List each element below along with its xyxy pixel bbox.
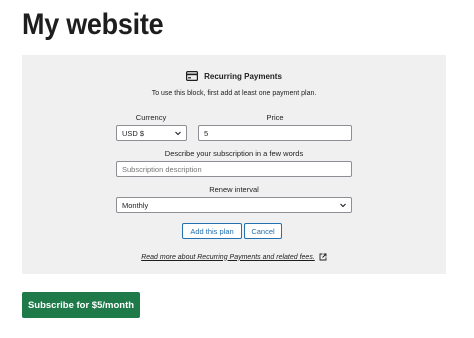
recurring-payments-block: Recurring Payments To use this block, fi…: [22, 55, 446, 274]
block-header: Recurring Payments: [22, 69, 446, 83]
read-more-link[interactable]: Read more about Recurring Payments and r…: [141, 254, 315, 261]
currency-value: USD $: [122, 128, 145, 138]
currency-label: Currency: [135, 113, 167, 122]
price-value: 5: [204, 128, 209, 138]
currency-select[interactable]: USD $: [116, 125, 187, 141]
add-plan-button[interactable]: Add this plan: [182, 223, 242, 239]
cancel-button[interactable]: Cancel: [244, 223, 282, 239]
renew-interval-select[interactable]: Monthly: [116, 197, 352, 213]
chevron-down-icon: [175, 131, 181, 136]
renew-interval-value: Monthly: [122, 200, 149, 210]
description-placeholder: Subscription description: [122, 164, 202, 174]
description-input[interactable]: Subscription description: [116, 161, 352, 177]
chevron-down-icon: [340, 203, 346, 208]
block-title: Recurring Payments: [204, 71, 282, 81]
block-instructions: To use this block, first add at least on…: [151, 90, 317, 97]
site-title: My website: [22, 8, 164, 41]
price-input[interactable]: 5: [198, 125, 352, 141]
read-more-row: Read more about Recurring Payments and r…: [22, 253, 446, 261]
renew-interval-label: Renew interval: [209, 185, 259, 194]
price-label: Price: [266, 113, 284, 122]
external-link-icon[interactable]: [319, 253, 327, 261]
subscribe-button[interactable]: Subscribe for $5/month: [22, 292, 140, 318]
credit-card-icon: [186, 71, 199, 81]
description-label: Describe your subscription in a few word…: [164, 149, 304, 158]
